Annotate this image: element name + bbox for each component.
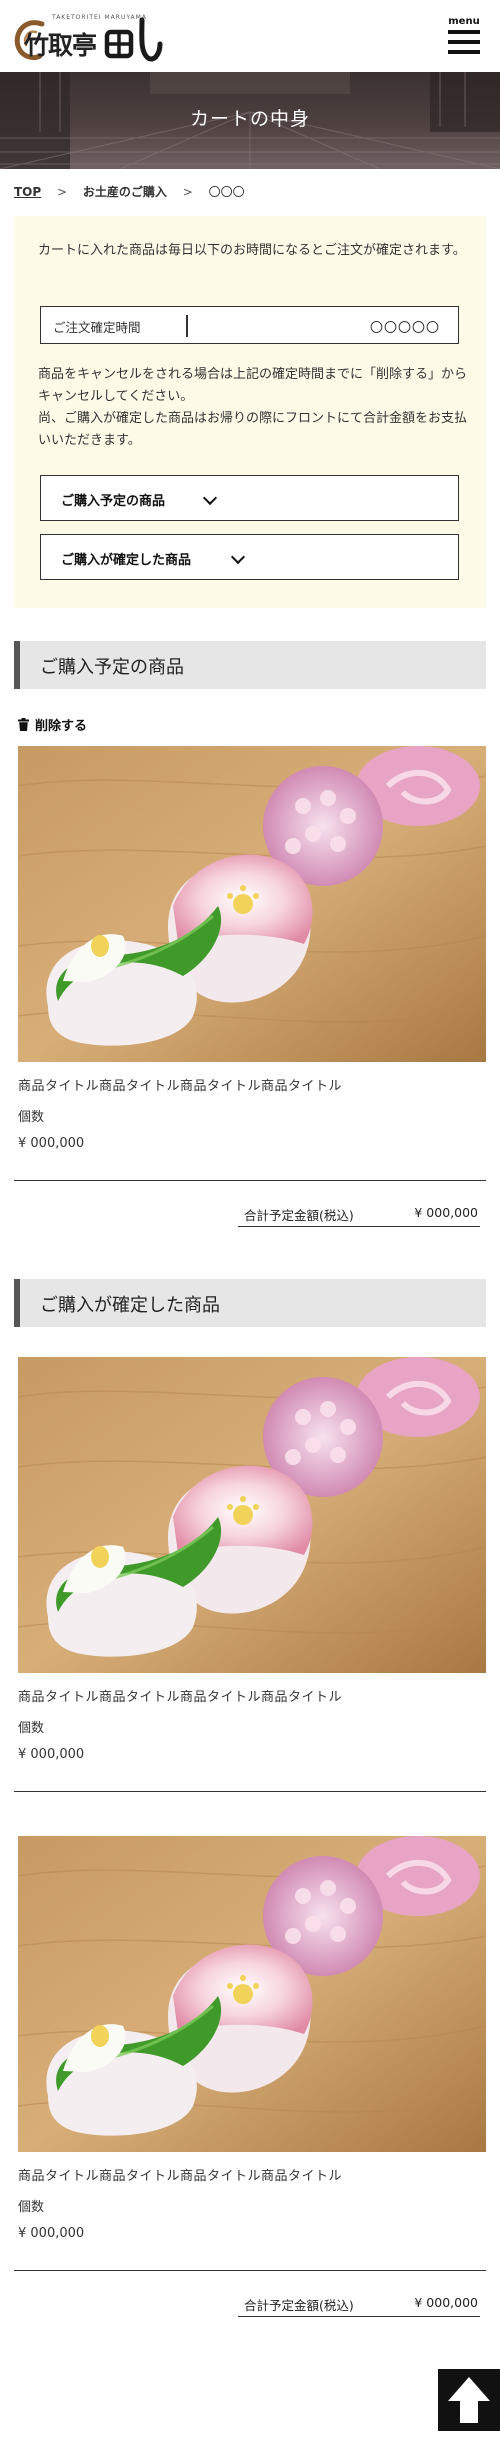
product-quantity-label: 個数	[18, 1721, 45, 1736]
menu-button[interactable]: menu	[446, 16, 482, 60]
product-quantity-label: 個数	[18, 2200, 45, 2215]
page-top-button[interactable]	[438, 2369, 500, 2431]
section-heading-planned-text: ご購入予定の商品	[40, 657, 184, 678]
page-title: カートの中身	[189, 108, 310, 130]
total-value: ¥ 000,000	[414, 1205, 478, 1220]
product-image[interactable]	[18, 1357, 486, 1673]
hero-banner: カートの中身	[0, 72, 500, 169]
info-cancel-note: 商品をキャンセルをされる場合は上記の確定時間までに「削除する」からキャンセルして…	[38, 364, 478, 452]
total-label: 合計予定金額(税込)	[244, 2298, 354, 2313]
delete-label: 削除する	[35, 719, 88, 734]
product-title[interactable]: 商品タイトル商品タイトル商品タイトル商品タイトル	[18, 2165, 342, 2184]
product-title[interactable]: 商品タイトル商品タイトル商品タイトル商品タイトル	[18, 1686, 342, 1705]
confirmed-total: 合計予定金額(税込) ¥ 000,000	[238, 2291, 480, 2317]
chevron-down-icon	[230, 549, 246, 565]
product-title[interactable]: 商品タイトル商品タイトル商品タイトル商品タイトル	[18, 1075, 342, 1094]
accordion-confirmed-button[interactable]: ご購入が確定した商品	[40, 534, 459, 580]
menu-label: menu	[448, 16, 480, 27]
trash-icon	[18, 718, 29, 731]
section-heading-planned: ご購入予定の商品	[14, 641, 486, 689]
total-value: ¥ 000,000	[414, 2295, 478, 2310]
product-quantity-label: 個数	[18, 1110, 45, 1125]
breadcrumb-middle[interactable]: お土産のご購入	[83, 185, 167, 199]
site-logo[interactable]: TAKETORITEI MARUYAMA 竹取亭	[12, 12, 163, 64]
product-price: ¥ 000,000	[18, 1747, 85, 1762]
confirm-time-divider	[186, 315, 188, 337]
breadcrumb-current: 〇〇〇	[208, 185, 245, 199]
product-image[interactable]	[18, 1836, 486, 2152]
divider	[14, 2270, 486, 2271]
chevron-down-icon	[202, 490, 218, 506]
product-price: ¥ 000,000	[18, 1136, 85, 1151]
section-heading-confirmed: ご購入が確定した商品	[14, 1279, 486, 1327]
confirm-time-box: ご注文確定時間 〇〇〇〇〇	[40, 306, 459, 344]
info-cancel-note-1: 商品をキャンセルをされる場合は上記の確定時間までに「削除する」からキャンセルして…	[38, 367, 468, 404]
delete-button[interactable]: 削除する	[18, 715, 87, 734]
divider	[14, 1180, 486, 1181]
site-header: TAKETORITEI MARUYAMA 竹取亭 menu	[0, 0, 500, 72]
section-heading-confirmed-text: ご購入が確定した商品	[40, 1295, 220, 1316]
planned-total: 合計予定金額(税込) ¥ 000,000	[238, 1201, 480, 1227]
breadcrumb-separator: >	[57, 185, 68, 199]
info-cancel-note-2: 尚、ご購入が確定した商品はお帰りの際にフロントにて合計金額をお支払いいただきます…	[38, 411, 468, 448]
arrow-up-icon	[448, 2377, 490, 2423]
accordion-confirmed-label: ご購入が確定した商品	[61, 553, 192, 568]
cart-info-box: カートに入れた商品は毎日以下のお時間になるとご注文が確定されます。 ご注文確定時…	[14, 216, 486, 608]
breadcrumb: TOP > お土産のご購入 > 〇〇〇	[14, 183, 245, 200]
product-price: ¥ 000,000	[18, 2226, 85, 2241]
breadcrumb-separator: >	[182, 185, 193, 199]
logo-brush-mark	[104, 17, 163, 62]
accordion-planned-button[interactable]: ご購入予定の商品	[40, 475, 459, 521]
divider	[14, 1791, 486, 1792]
accordion-planned-label: ご購入予定の商品	[61, 494, 166, 509]
product-image[interactable]	[18, 746, 486, 1062]
logo-kanji: 竹取亭	[24, 31, 97, 60]
confirm-time-value: 〇〇〇〇〇	[369, 321, 440, 336]
breadcrumb-top-link[interactable]: TOP	[14, 185, 41, 199]
total-label: 合計予定金額(税込)	[244, 1208, 354, 1223]
confirm-time-label: ご注文確定時間	[53, 320, 141, 335]
info-confirm-note: カートに入れた商品は毎日以下のお時間になるとご注文が確定されます。	[38, 243, 466, 258]
